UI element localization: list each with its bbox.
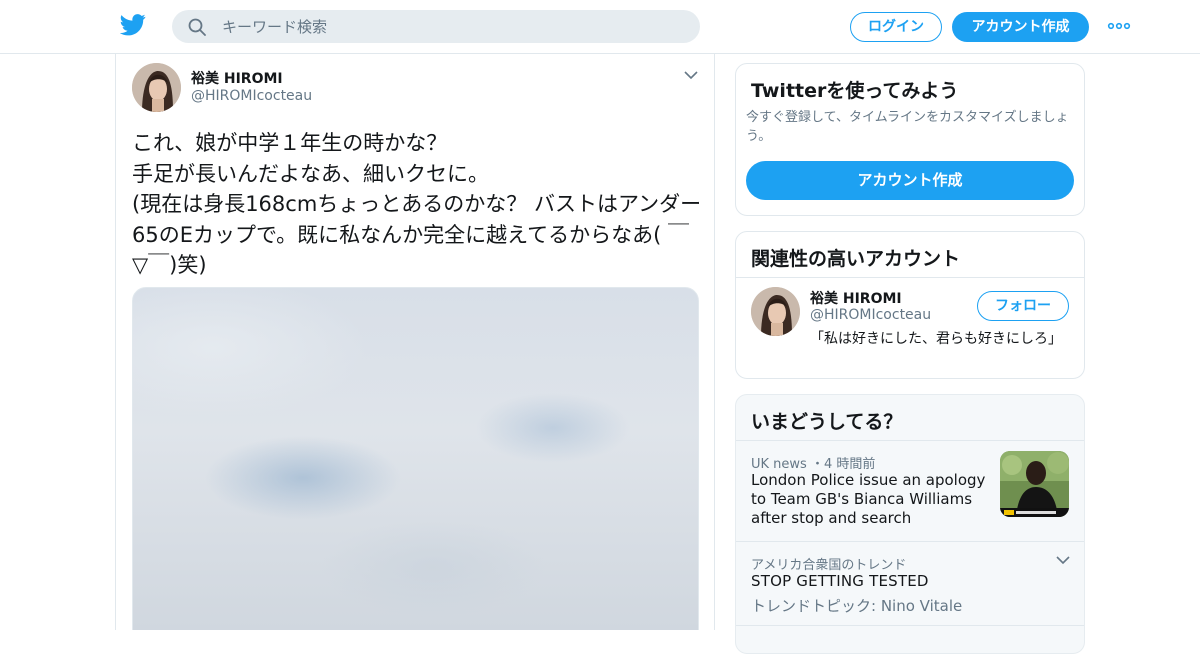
author-name[interactable]: 裕美 HIROMI [191,68,283,88]
divider [736,440,1084,441]
search-input[interactable] [222,10,682,43]
divider [736,541,1084,542]
chevron-down-icon[interactable] [684,70,698,80]
top-navigation-bar: ログイン アカウント作成 [0,0,1200,54]
search-icon [188,18,206,36]
tweet-column: 裕美 HIROMI @HIROMIcocteau これ、娘が中学１年生の時かな？… [115,54,715,630]
more-dots-icon[interactable] [1107,17,1131,35]
try-twitter-card: Twitterを使ってみよう 今すぐ登録して、タイムラインをカスタマイズしましょ… [735,63,1085,216]
card-title: Twitterを使ってみよう [751,80,959,102]
card-title: 関連性の高いアカウント [751,248,961,270]
trend-meta: アメリカ合衆国のトレンド [751,558,907,573]
author-avatar[interactable] [132,63,181,112]
tweet-text: これ、娘が中学１年生の時かな？ 手足が長いんだよなあ、細いクセに。 (現在は身長… [132,131,702,277]
follow-button[interactable]: フォロー [977,291,1069,321]
related-account-handle[interactable]: @HIROMIcocteau [810,307,931,323]
related-account-bio: 「私は好きにした、君らも好きにしろ」 [810,331,1062,347]
trend-thumbnail[interactable] [1000,451,1069,517]
divider [736,277,1084,278]
signup-button[interactable]: アカウント作成 [952,12,1089,42]
related-account-name[interactable]: 裕美 HIROMI [810,288,902,308]
trend-meta: UK news ・4 時間前 [751,457,876,472]
card-title: いまどうしてる？ [751,411,903,433]
related-accounts-card: 関連性の高いアカウント 裕美 HIROMI @HIROMIcocteau フォロ… [735,231,1085,379]
create-account-button[interactable]: アカウント作成 [746,161,1074,200]
related-account-avatar[interactable] [751,287,800,336]
trend-headline[interactable]: STOP GETTING TESTED [751,572,929,591]
search-box[interactable] [172,10,700,43]
login-button[interactable]: ログイン [850,12,942,42]
tweet-photo[interactable] [132,287,699,630]
chevron-down-icon[interactable] [1056,555,1070,565]
twitter-bird-icon[interactable] [120,14,146,36]
divider [736,625,1084,626]
trend-subtitle: トレンドトピック: Nino Vitale [751,597,963,615]
trend-headline[interactable]: London Police issue an apology to Team G… [751,471,991,528]
author-handle[interactable]: @HIROMIcocteau [191,88,312,104]
card-description: 今すぐ登録して、タイムラインをカスタマイズしましょう。 [746,110,1069,144]
trends-card: いまどうしてる？ UK news ・4 時間前 London Police is… [735,394,1085,654]
